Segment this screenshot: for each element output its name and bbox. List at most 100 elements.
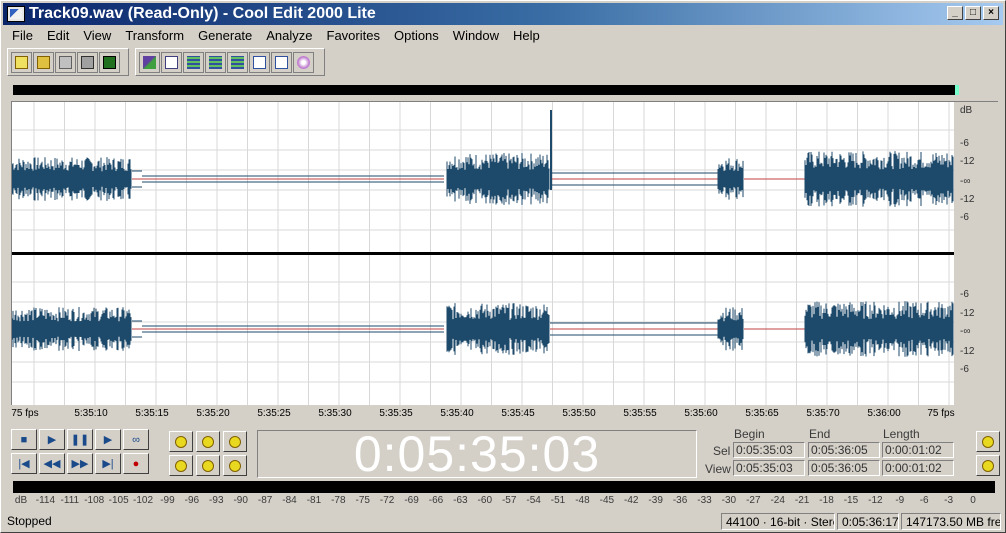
grid3-button[interactable] [227,51,248,73]
vzoom-in-button[interactable] [976,455,1000,476]
level-scale-label: 0 [970,495,976,506]
level-scale-label: -36 [672,495,688,506]
maximize-button[interactable]: □ [965,6,981,20]
rewind-button[interactable]: ◀◀ [39,453,65,474]
db-scale-label: -12 [960,346,975,357]
stop-button[interactable]: ■ [11,429,37,450]
level-scale-label: -60 [477,495,493,506]
app-window: Track09.wav (Read-Only) - Cool Edit 2000… [0,0,1006,533]
level-scale-label: -93 [209,495,224,506]
level-scale-label: -39 [648,495,663,506]
sel-end-field[interactable]: 0:05:36:05 [808,442,880,458]
view-length-field[interactable]: 0:00:01:02 [882,460,954,476]
zoom-full-button[interactable] [223,431,247,452]
vzoom-out-button[interactable] [976,431,1000,452]
disc-button[interactable] [293,51,314,73]
menu-favorites[interactable]: Favorites [320,28,387,43]
menu-help[interactable]: Help [506,28,547,43]
level-scale-label: -84 [282,495,297,506]
view-begin-field[interactable]: 0:05:35:03 [733,460,805,476]
level-scale-label: dB [14,495,28,506]
level-scale-label: -15 [843,495,859,506]
zoom-right-button[interactable] [223,455,247,476]
waveform-display[interactable]: dB -6 -12 -∞ -12 -6 -6 -12 -∞ -12 -6 [11,101,999,407]
page-button[interactable] [249,51,270,73]
waveform-segment [446,153,550,205]
zoom-out-icon [202,435,214,448]
overview-bar[interactable] [13,85,959,95]
grid-button[interactable] [183,51,204,73]
menu-view[interactable]: View [76,28,118,43]
app-icon[interactable] [7,6,25,22]
menu-options[interactable]: Options [387,28,446,43]
open-file-button[interactable] [33,51,54,73]
level-scale-label: -42 [624,495,639,506]
close-button[interactable]: × [983,6,999,20]
go-to-end-button[interactable]: ▶| [95,453,121,474]
fast-forward-button[interactable]: ▶▶ [67,453,93,474]
zoom-out-button[interactable] [196,431,220,452]
menu-file[interactable]: File [5,28,40,43]
ruler-tick: 5:35:60 [684,408,718,419]
level-scale-label: -24 [770,495,785,506]
zoom-in-icon [175,435,187,448]
sel-length-field[interactable]: 0:00:01:02 [882,442,954,458]
cd-button[interactable] [99,51,120,73]
p-button[interactable] [271,51,292,73]
ruler-tick: 5:35:70 [806,408,840,419]
level-scale-label: -3 [944,495,954,506]
ruler-tick: 5:35:25 [257,408,291,419]
save-button[interactable] [55,51,76,73]
overview-thumb[interactable] [955,85,959,95]
zoom-in-button[interactable] [169,431,193,452]
begin-label: Begin [734,427,765,441]
play-to-end-button[interactable]: ▶ [95,429,121,450]
record-button[interactable]: ● [123,453,149,474]
length-label: Length [883,427,920,441]
ruler-tick: 5:35:15 [135,408,169,419]
ruler-tick: 5:35:45 [501,408,535,419]
ruler-tick: 5:35:65 [745,408,779,419]
end-label: End [809,427,831,441]
waveform-svg[interactable]: dB -6 -12 -∞ -12 -6 -6 -12 -∞ -12 -6 [12,102,999,407]
db-scale-label: -6 [960,364,969,375]
menu-transform[interactable]: Transform [118,28,191,43]
zoom-selection-button[interactable] [169,455,193,476]
grid2-button[interactable] [205,51,226,73]
mix-button[interactable] [139,51,160,73]
save-as-icon [81,55,94,69]
zoom-left-button[interactable] [196,455,220,476]
menu-window[interactable]: Window [446,28,506,43]
sel-begin-field[interactable]: 0:05:35:03 [733,442,805,458]
p-icon [275,55,288,69]
db-scale-label: -12 [960,194,975,205]
level-scale-label: -45 [599,495,615,506]
zoom-full-icon [229,435,241,448]
go-to-start-button[interactable]: |◀ [11,453,37,474]
level-scale-label: -6 [919,495,929,506]
title-bar[interactable]: Track09.wav (Read-Only) - Cool Edit 2000… [3,3,1003,25]
time-display: 0:05:35:03 [257,426,697,482]
status-bar: Stopped 44100 · 16-bit · Stereo 0:05:36:… [3,511,1003,531]
level-scale-label: -51 [550,495,566,506]
pause-button[interactable]: ❚❚ [67,429,93,450]
sel-label: Sel [713,444,731,458]
waveform-segment [12,157,132,201]
menu-edit[interactable]: Edit [40,28,76,43]
minimize-button[interactable]: _ [947,6,963,20]
save-as-button[interactable] [77,51,98,73]
view-end-field[interactable]: 0:05:36:05 [808,460,880,476]
ruler-left-fps: 75 fps [11,408,39,419]
play-button[interactable]: ▶ [39,429,65,450]
menu-analyze[interactable]: Analyze [259,28,319,43]
db-scale-label: -6 [960,212,969,223]
level-scale-label: -12 [868,495,883,506]
check-button[interactable] [161,51,182,73]
level-scale-label: -30 [721,495,737,506]
page-icon [253,55,266,69]
db-scale-label: -6 [960,289,969,300]
loop-button[interactable]: ∞ [123,429,149,450]
new-file-button[interactable] [11,51,32,73]
menu-generate[interactable]: Generate [191,28,259,43]
status-state: Stopped [7,514,52,528]
